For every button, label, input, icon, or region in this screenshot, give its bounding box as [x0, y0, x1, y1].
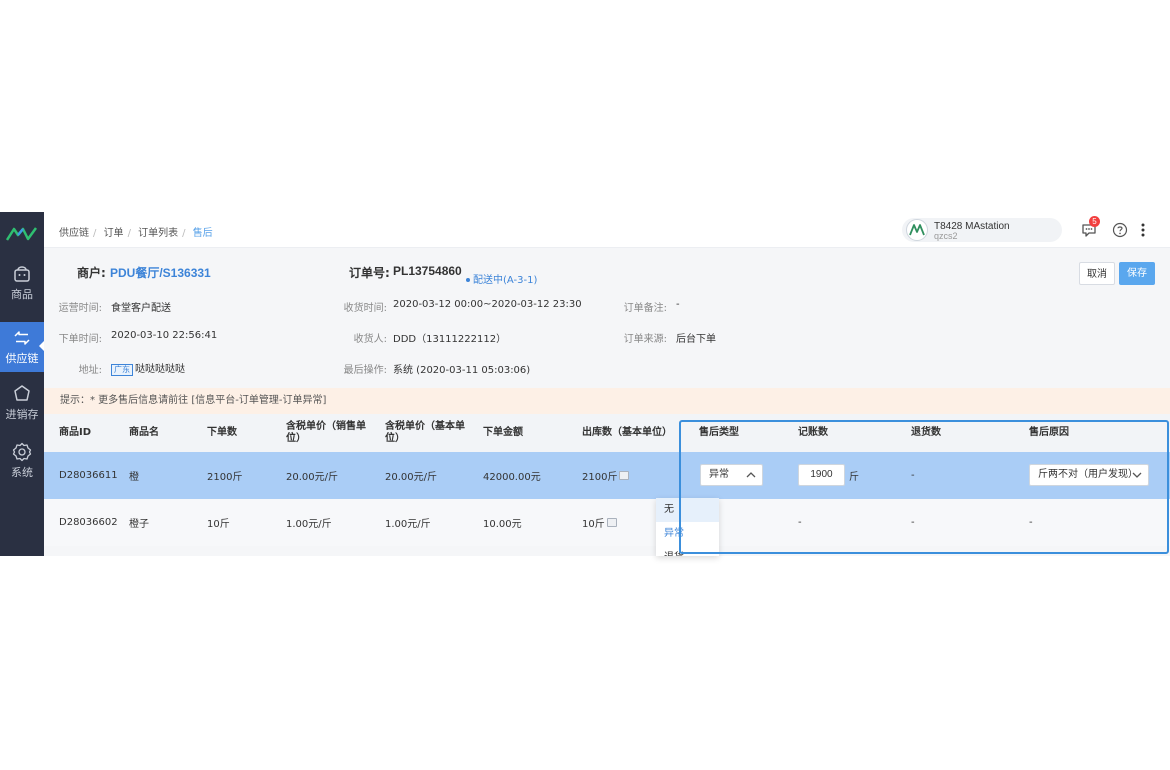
breadcrumb-item[interactable]: 供应链 — [59, 228, 89, 239]
save-button[interactable]: 保存 — [1119, 262, 1155, 285]
header-amount: 下单金额 — [483, 414, 563, 452]
receive-time-label: 收货时间: — [314, 299, 387, 314]
source-value: 后台下单 — [676, 330, 716, 345]
basket-icon — [12, 264, 32, 284]
order-no-value: PL13754860 — [393, 264, 462, 278]
cell-price-sale-unit: 20.00元/斤 — [286, 452, 338, 499]
address-value: 广东哒哒哒哒哒 — [111, 360, 185, 376]
sidebar: 商品 供应链 进销存 系统 — [0, 212, 44, 556]
cell-amount: 42000.00元 — [483, 452, 541, 499]
order-time-value: 2020-03-10 22:56:41 — [111, 330, 217, 341]
sidebar-item-label: 进销存 — [0, 406, 44, 422]
address-region-tag: 广东 — [111, 364, 133, 376]
sidebar-item-supply-chain[interactable]: 供应链 — [0, 322, 44, 372]
header-out-qty: 出库数（基本单位） — [582, 414, 682, 452]
source-label: 订单来源: — [604, 330, 667, 345]
top-bar: 供应链/ 订单/ 订单列表/ 售后 T8428 MAstation qzcs2 … — [44, 212, 1170, 248]
order-no-label: 订单号: — [349, 264, 390, 281]
last-op-value: 系统 (2020-03-11 05:03:06) — [393, 361, 530, 376]
out-qty-text: 10斤 — [582, 515, 605, 530]
sidebar-item-system[interactable]: 系统 — [0, 442, 44, 492]
sidebar-item-label: 供应链 — [0, 350, 44, 366]
cycle-icon — [12, 384, 32, 404]
logo-icon — [6, 226, 38, 242]
breadcrumb-current: 售后 — [193, 228, 213, 239]
merchant-label: 商户: — [77, 264, 106, 281]
notification-badge: 5 — [1089, 216, 1100, 227]
help-icon[interactable] — [1112, 222, 1128, 238]
user-menu[interactable]: T8428 MAstation qzcs2 — [902, 218, 1062, 242]
receive-time-value: 2020-03-12 00:00~2020-03-12 23:30 — [393, 299, 582, 310]
merchant-value[interactable]: PDU餐厅/S136331 — [110, 264, 211, 281]
ops-time-value: 食堂客户配送 — [111, 299, 171, 314]
address-label: 地址: — [44, 361, 102, 376]
order-status: 配送中(A-3-1) — [466, 271, 537, 286]
ops-time-label: 运营时间: — [44, 299, 102, 314]
last-op-label: 最后操作: — [314, 361, 387, 376]
sidebar-item-label: 系统 — [0, 464, 44, 480]
cell-out-qty: 2100斤 — [582, 452, 629, 499]
receiver-label: 收货人: — [314, 330, 387, 345]
cell-out-qty: 10斤 — [582, 499, 617, 546]
receiver-value: DDD（13111222112） — [393, 330, 506, 345]
annotation-highlight-box — [679, 420, 1169, 554]
header-product-id: 商品ID — [59, 414, 119, 452]
cell-product-id: D28036602 — [59, 499, 118, 546]
more-vertical-icon[interactable] — [1140, 222, 1146, 238]
header-price-sale-unit: 含税单价（销售单位） — [286, 414, 370, 452]
address-text: 哒哒哒哒哒 — [135, 364, 185, 375]
sidebar-item-label: 商品 — [0, 286, 44, 302]
header-order-qty: 下单数 — [207, 414, 267, 452]
cell-amount: 10.00元 — [483, 499, 522, 546]
cell-price-sale-unit: 1.00元/斤 — [286, 499, 332, 546]
sidebar-item-inventory[interactable]: 进销存 — [0, 384, 44, 434]
cell-product-name: 橙 — [129, 452, 139, 499]
cell-order-qty: 2100斤 — [207, 452, 242, 499]
remark-value: - — [676, 299, 680, 310]
header-product-name: 商品名 — [129, 414, 189, 452]
avatar — [906, 219, 928, 241]
gear-icon — [12, 442, 32, 462]
detail-icon[interactable] — [619, 471, 629, 480]
cell-product-id: D28036611 — [59, 452, 118, 499]
breadcrumb: 供应链/ 订单/ 订单列表/ 售后 — [59, 224, 213, 239]
cell-product-name: 橙子 — [129, 499, 149, 546]
order-info-panel: 商户: PDU餐厅/S136331 订单号: PL13754860 配送中(A-… — [44, 248, 1170, 388]
header-price-base-unit: 含税单价（基本单位） — [385, 414, 469, 452]
cell-price-base-unit: 20.00元/斤 — [385, 452, 437, 499]
exchange-icon — [12, 328, 32, 348]
cancel-button[interactable]: 取消 — [1079, 262, 1115, 285]
cell-order-qty: 10斤 — [207, 499, 230, 546]
user-account: qzcs2 — [934, 231, 958, 241]
cell-price-base-unit: 1.00元/斤 — [385, 499, 431, 546]
brand-avatar-icon — [907, 220, 927, 240]
out-qty-text: 2100斤 — [582, 468, 617, 483]
breadcrumb-item[interactable]: 订单 — [104, 228, 124, 239]
order-time-label: 下单时间: — [44, 330, 102, 345]
detail-icon[interactable] — [607, 518, 617, 527]
sidebar-item-goods[interactable]: 商品 — [0, 264, 44, 314]
breadcrumb-item[interactable]: 订单列表 — [138, 228, 178, 239]
remark-label: 订单备注: — [604, 299, 667, 314]
tip-banner: 提示：* 更多售后信息请前往 [信息平台-订单管理-订单异常] — [44, 388, 1170, 414]
